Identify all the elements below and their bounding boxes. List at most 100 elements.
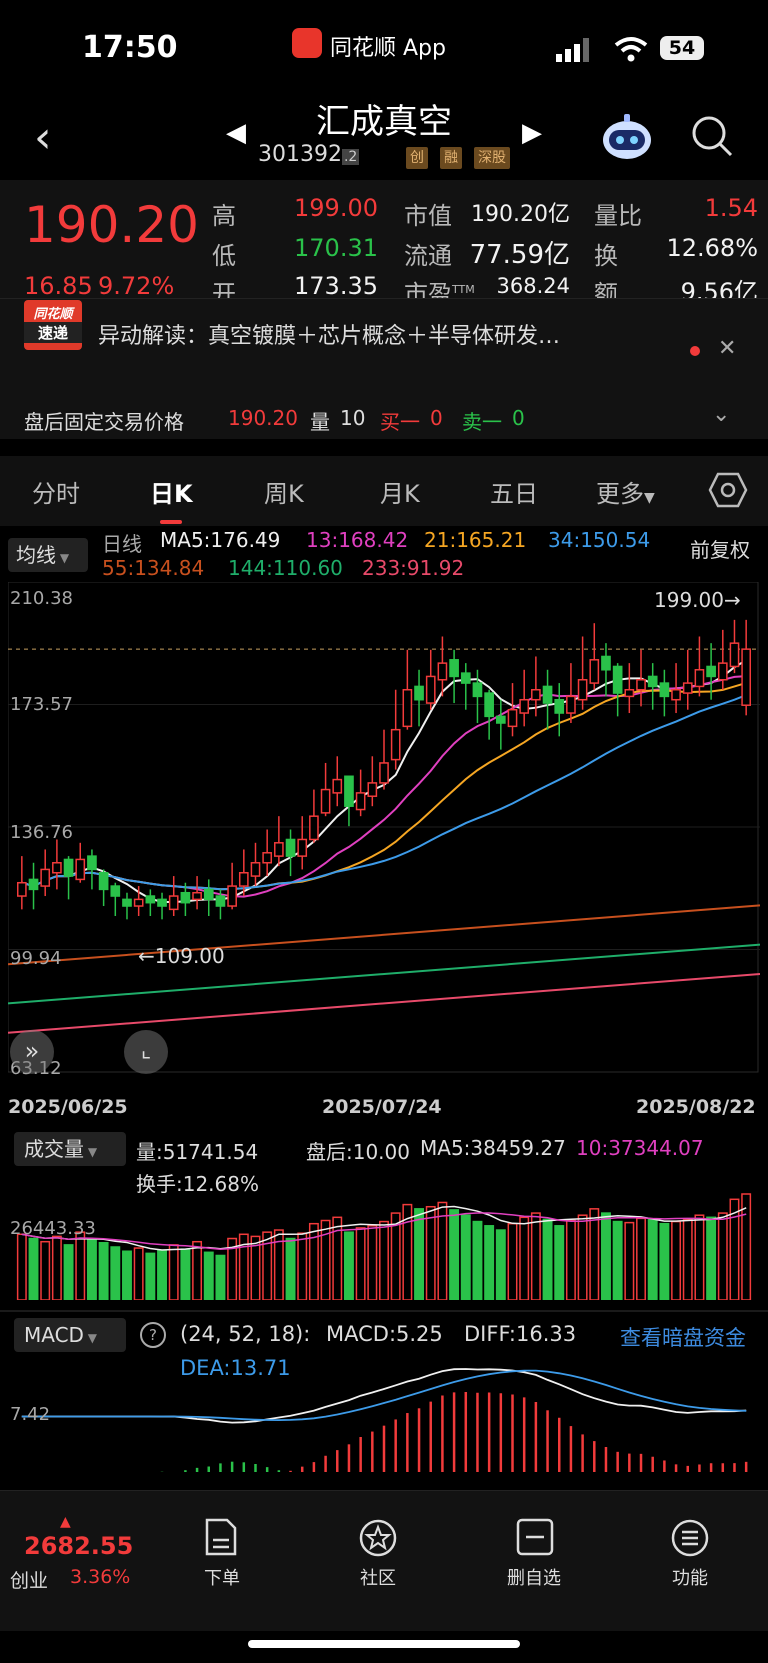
macd-chart[interactable] bbox=[8, 1354, 760, 1484]
x-label-0: 2025/06/25 bbox=[8, 1096, 128, 1118]
dark-pool-link[interactable]: 查看暗盘资金 bbox=[620, 1322, 746, 1352]
candlestick-chart[interactable] bbox=[8, 582, 760, 1092]
menu-icon bbox=[671, 1519, 709, 1557]
wifi-icon bbox=[614, 37, 648, 62]
macd-params: (24, 52, 18): bbox=[180, 1322, 311, 1346]
candle-body bbox=[367, 782, 378, 797]
tab-intraday[interactable]: 分时 bbox=[32, 474, 80, 509]
high-annotation: 199.00→ bbox=[654, 588, 741, 612]
settings-hexagon-icon[interactable] bbox=[708, 472, 748, 508]
robot-assistant-icon[interactable] bbox=[600, 112, 654, 162]
mktcap-label: 市值 bbox=[404, 202, 452, 230]
low-value: 170.31 bbox=[294, 234, 378, 262]
volume-bar bbox=[484, 1225, 495, 1300]
volume-bar bbox=[203, 1251, 214, 1300]
nav-remove-watchlist[interactable]: 删自选 bbox=[494, 1564, 574, 1590]
turnover-label: 换 bbox=[594, 242, 618, 270]
candle-body bbox=[157, 898, 167, 907]
ma-selector-label: 均线 bbox=[16, 543, 56, 567]
nav-order[interactable]: 下单 bbox=[182, 1564, 262, 1590]
news-badge-line2: 速递 bbox=[24, 322, 82, 343]
nav-functions[interactable]: 功能 bbox=[650, 1564, 730, 1590]
volume-indicator-button[interactable]: 成交量 ▼ bbox=[14, 1132, 126, 1166]
last-price: 190.20 bbox=[24, 196, 199, 254]
legend-ma55: 55:134.84 bbox=[102, 556, 205, 580]
tab-more[interactable]: 更多▼ bbox=[596, 474, 655, 509]
macd-indicator-button[interactable]: MACD ▼ bbox=[14, 1318, 126, 1352]
search-icon[interactable] bbox=[690, 114, 734, 158]
unread-dot bbox=[690, 346, 700, 356]
candle-body bbox=[262, 852, 273, 864]
nav-community[interactable]: 社区 bbox=[338, 1564, 418, 1590]
high-label: 高 bbox=[212, 202, 236, 230]
volume-bar bbox=[519, 1216, 530, 1300]
sell1-value: 0 bbox=[512, 406, 525, 430]
fullscreen-icon[interactable]: ⌞ bbox=[124, 1030, 168, 1074]
ma-selector-button[interactable]: 均线 ▼ bbox=[8, 538, 88, 572]
candle-body bbox=[519, 698, 530, 714]
status-bar: 17:50 同花顺 App 54 bbox=[0, 0, 768, 95]
volume-value: 量:51741.54 bbox=[136, 1140, 259, 1164]
pe-value: 368.24 bbox=[496, 274, 570, 298]
x-label-2: 2025/08/22 bbox=[636, 1096, 756, 1118]
tab-weekly-k[interactable]: 周K bbox=[264, 474, 304, 509]
volratio-label: 量比 bbox=[594, 202, 642, 230]
battery-icon: 54 bbox=[660, 36, 704, 60]
volume-bar bbox=[98, 1242, 109, 1300]
tab-monthly-k[interactable]: 月K bbox=[380, 474, 420, 509]
candle-body bbox=[566, 695, 576, 714]
candle-body bbox=[507, 708, 518, 728]
tab-indicator bbox=[160, 520, 182, 524]
home-indicator bbox=[248, 1640, 520, 1648]
stock-code-suffix: .2 bbox=[341, 149, 360, 165]
remove-watchlist-icon bbox=[516, 1518, 554, 1556]
candle-body bbox=[425, 675, 436, 704]
volume-bar bbox=[706, 1216, 717, 1300]
candle-body bbox=[554, 698, 565, 714]
signal-icon bbox=[556, 38, 589, 62]
tab-five-day[interactable]: 五日 bbox=[490, 474, 538, 509]
candle-body bbox=[449, 659, 459, 678]
float-label: 流通 bbox=[404, 242, 452, 270]
candle-body bbox=[682, 682, 693, 694]
adjust-mode-button[interactable]: 前复权 bbox=[690, 534, 750, 563]
help-icon[interactable]: ? bbox=[140, 1322, 166, 1348]
volume-chart[interactable] bbox=[8, 1190, 760, 1300]
buy1-value: 0 bbox=[430, 406, 443, 430]
volume-bar bbox=[367, 1225, 378, 1300]
tab-more-label: 更多 bbox=[596, 480, 644, 508]
volume-bar bbox=[671, 1220, 682, 1300]
volume-bar bbox=[63, 1244, 74, 1300]
candle-body bbox=[168, 895, 179, 911]
chevron-down-icon[interactable]: ⌄ bbox=[712, 402, 730, 427]
candle-body bbox=[624, 688, 635, 698]
low-label: 低 bbox=[212, 242, 236, 270]
mktcap-value: 190.20亿 bbox=[471, 202, 570, 227]
candle-body bbox=[52, 862, 62, 874]
candle-body bbox=[215, 895, 226, 907]
close-icon[interactable]: ✕ bbox=[718, 336, 736, 361]
volume-bar bbox=[343, 1231, 354, 1300]
volume-bar bbox=[355, 1227, 366, 1300]
volume-bar bbox=[460, 1214, 471, 1300]
legend-ma34: 34:150.54 bbox=[548, 528, 651, 552]
candle-body bbox=[332, 778, 343, 794]
expand-icon[interactable]: » bbox=[10, 1030, 54, 1074]
volume-bar bbox=[507, 1222, 518, 1300]
after-hours-volume: 10 bbox=[340, 406, 366, 430]
volume-bar bbox=[192, 1240, 203, 1300]
volume-bar bbox=[425, 1205, 436, 1300]
volume-bar bbox=[16, 1233, 27, 1300]
candle-body bbox=[320, 788, 331, 814]
next-stock-button[interactable]: ▶ bbox=[522, 118, 542, 148]
candle-body bbox=[133, 898, 144, 907]
after-hours-label: 盘后固定交易价格 bbox=[24, 410, 184, 434]
community-star-icon bbox=[359, 1519, 397, 1557]
index-value[interactable]: 2682.55 bbox=[24, 1532, 133, 1560]
volume-bar bbox=[86, 1238, 97, 1300]
news-text[interactable]: 异动解读：真空镀膜＋芯片概念＋半导体研发… bbox=[98, 318, 560, 350]
divider bbox=[0, 1310, 768, 1312]
tab-daily-k[interactable]: 日K bbox=[150, 474, 193, 509]
volume-bar bbox=[717, 1212, 728, 1300]
legend-ma233: 233:91.92 bbox=[362, 556, 465, 580]
